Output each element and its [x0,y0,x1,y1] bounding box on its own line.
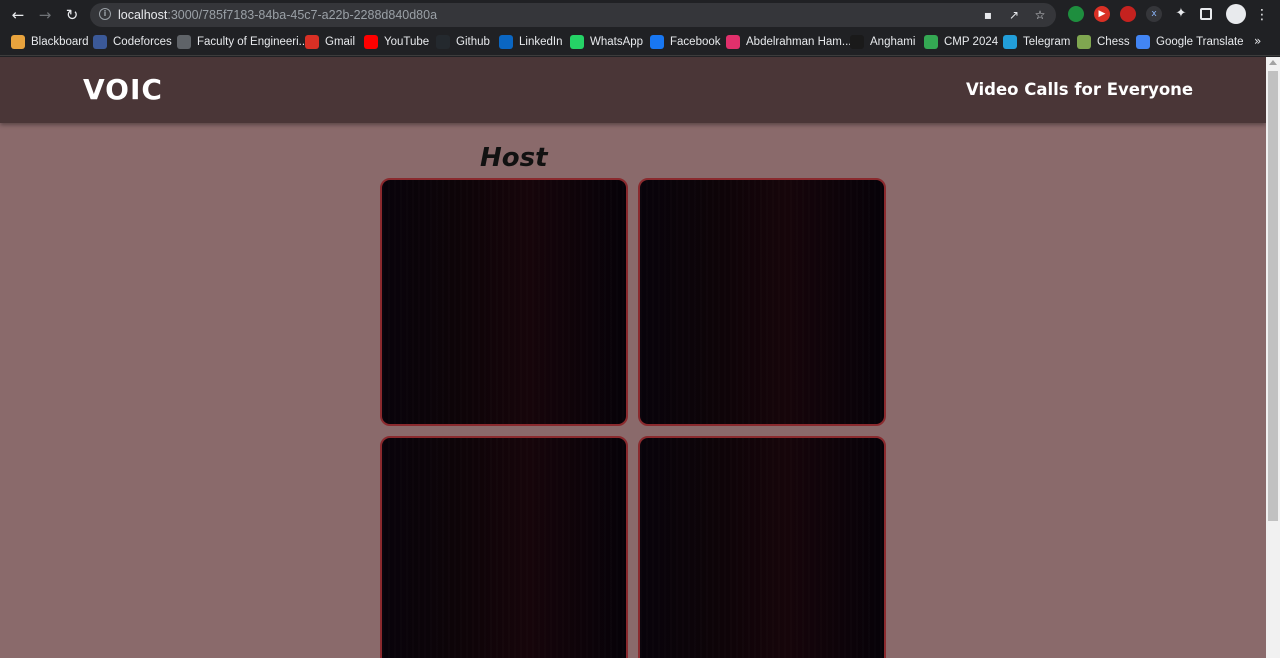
bookmark-item[interactable]: Chess [1077,34,1130,50]
bookmark-label: WhatsApp [590,36,644,48]
extension-shield-icon[interactable] [1120,6,1136,22]
bookmark-item[interactable]: Google Translate [1136,34,1244,50]
bookmark-label: CMP 2024 [944,36,999,48]
gmail-icon [305,35,319,49]
youtube-icon [364,35,378,49]
video-tile[interactable] [638,436,886,658]
google-translate-icon [1136,35,1150,49]
bookmark-item[interactable]: Anghami [850,34,915,50]
bookmark-item[interactable]: Blackboard [11,34,89,50]
bookmark-label: Blackboard [31,36,89,48]
extension-play-icon[interactable]: ▶ [1094,6,1110,22]
bookmark-item[interactable]: Abdelrahman Ham... [726,34,851,50]
instagram-icon [726,35,740,49]
bookmark-star-icon[interactable]: ☆ [1032,7,1048,23]
extension-green-icon[interactable] [1068,6,1084,22]
camera-icon[interactable]: ▪ [980,7,996,23]
github-icon [436,35,450,49]
bookmark-item[interactable]: Github [436,34,490,50]
bookmark-label: YouTube [384,36,430,48]
bookmark-label: Faculty of Engineeri... [197,36,309,48]
video-tile[interactable] [638,178,886,426]
telegram-icon [1003,35,1017,49]
browser-menu-icon[interactable]: ⋮ [1251,4,1273,26]
google-drive-icon [924,35,938,49]
bookmark-item[interactable]: LinkedIn [499,34,562,50]
bookmark-item[interactable]: Codeforces [93,34,172,50]
bookmark-label: Abdelrahman Ham... [746,36,852,48]
whatsapp-icon [570,35,584,49]
bookmark-item[interactable]: CMP 2024 [924,34,998,50]
extensions-puzzle-icon[interactable]: ✦ [1173,6,1189,22]
forward-arrow-icon[interactable]: → [34,4,56,26]
bookmark-label: Anghami [870,36,916,48]
linkedin-icon [499,35,513,49]
scrollbar-thumb[interactable] [1268,71,1278,521]
profile-avatar-icon[interactable] [1226,4,1246,24]
anghami-icon [850,35,864,49]
bookmarks-bar: Blackboard Codeforces Faculty of Engineeri… [0,29,1280,56]
address-bar[interactable]: i localhost:3000/785f7183-84ba-45c7-a22b… [90,3,1056,27]
host-section-title: Host [480,143,548,173]
bookmark-item[interactable]: WhatsApp [570,34,643,50]
blackboard-icon [11,35,25,49]
codeforces-icon [93,35,107,49]
globe-icon [177,35,191,49]
bookmark-item[interactable]: Facebook [650,34,721,50]
bookmark-label: Facebook [670,36,721,48]
vertical-scrollbar[interactable] [1266,57,1280,658]
share-icon[interactable]: ↗ [1006,7,1022,23]
bookmark-item[interactable]: YouTube [364,34,429,50]
site-info-icon[interactable]: i [99,8,111,20]
bookmark-label: Telegram [1023,36,1071,48]
back-arrow-icon[interactable]: ← [7,4,29,26]
side-panel-icon[interactable] [1200,8,1212,20]
bookmark-item[interactable]: Faculty of Engineeri... [177,34,308,50]
url-host: localhost [118,8,168,22]
bookmark-item[interactable]: Gmail [305,34,355,50]
page-viewport: VOIC Video Calls for Everyone Host [0,57,1266,658]
bookmark-label: Github [456,36,490,48]
bookmark-label: Chess [1097,36,1130,48]
video-tile[interactable] [380,178,628,426]
scroll-up-arrow-icon[interactable] [1269,60,1277,65]
url-text[interactable]: localhost:3000/785f7183-84ba-45c7-a22b-2… [118,7,437,23]
bookmark-label: Codeforces [113,36,172,48]
bookmark-label: Google Translate [1156,36,1244,48]
facebook-icon [650,35,664,49]
bookmark-item[interactable]: Telegram [1003,34,1070,50]
video-tile[interactable] [380,436,628,658]
extension-x-icon[interactable]: x [1146,6,1162,22]
browser-toolbar: ← → ↻ i localhost:3000/785f7183-84ba-45c… [0,0,1280,29]
app-logo[interactable]: VOIC [83,73,163,106]
app-tagline: Video Calls for Everyone [966,80,1194,99]
app-header: VOIC Video Calls for Everyone [0,57,1266,123]
chess-icon [1077,35,1091,49]
bookmarks-overflow-icon[interactable]: » [1254,34,1261,48]
url-path: :3000/785f7183-84ba-45c7-a22b-2288d840d8… [167,8,438,22]
bookmark-label: LinkedIn [519,36,563,48]
reload-icon[interactable]: ↻ [61,4,83,26]
bookmark-label: Gmail [325,36,356,48]
